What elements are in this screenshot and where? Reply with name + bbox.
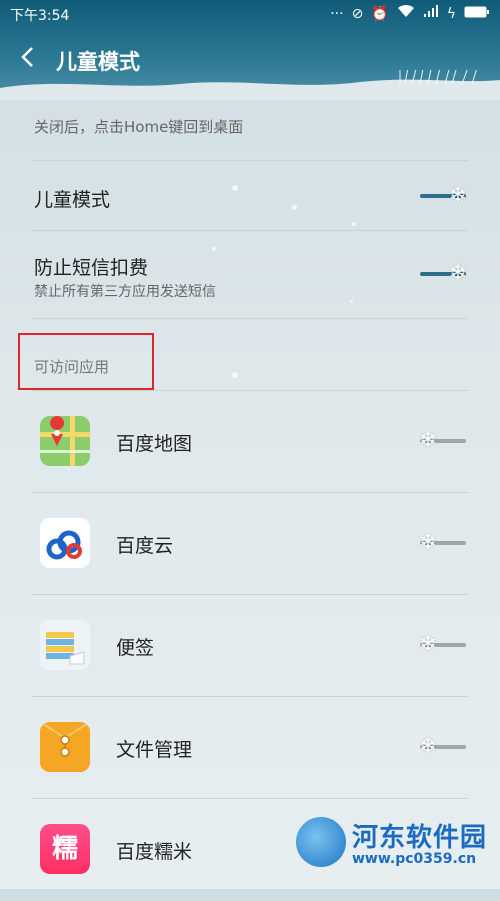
snowflake-decoration <box>232 185 238 191</box>
section-label: 可访问应用 <box>34 358 110 376</box>
title-bar: 儿童模式 <box>0 38 500 82</box>
status-bar: 下午3:54 ··· ⊘ ⏰ ϟ <box>0 0 500 28</box>
snowflake-knob-icon: ❄ <box>418 530 438 555</box>
status-time: 下午3:54 <box>10 8 70 24</box>
kids-mode-toggle[interactable]: ❄ <box>420 184 470 208</box>
battery-icon <box>464 5 490 23</box>
divider <box>32 230 468 231</box>
snowflake-decoration <box>350 300 353 303</box>
page-title: 儿童模式 <box>56 50 140 74</box>
app-toggle-notes[interactable]: ❄ <box>419 633 470 657</box>
divider <box>32 160 468 161</box>
snowflake-decoration <box>212 247 216 251</box>
charging-icon: ϟ <box>446 5 456 22</box>
watermark-logo-icon <box>296 817 346 867</box>
watermark: 河东软件园 www.pc0359.cn <box>296 815 496 875</box>
watermark-url: www.pc0359.cn <box>352 851 477 867</box>
snowflake-knob-icon: ❄ <box>448 261 468 286</box>
alarm-clock-icon: ⏰ <box>371 5 389 22</box>
notes-icon <box>40 620 90 670</box>
snowflake-knob-icon: ❄ <box>418 734 438 759</box>
block-sms-label: 防止短信扣费 <box>34 257 149 279</box>
app-name: 百度地图 <box>116 433 193 455</box>
baidu-cloud-icon <box>40 518 90 568</box>
app-toggle-baidu-cloud[interactable]: ❄ <box>419 531 470 555</box>
baidu-map-icon <box>40 416 90 466</box>
divider <box>32 318 468 319</box>
snowflake-decoration <box>292 205 297 210</box>
snowflake-decoration <box>232 372 238 378</box>
alarm-off-icon: ⊘ <box>351 5 364 22</box>
back-chevron-icon[interactable] <box>20 46 40 72</box>
snowflake-knob-icon: ❄ <box>418 632 438 657</box>
app-row-file-manager[interactable]: 文件管理 ❄ <box>0 697 500 799</box>
exit-hint-text: 关闭后，点击Home键回到桌面 <box>34 118 244 136</box>
app-toggle-baidu-map[interactable]: ❄ <box>419 429 470 453</box>
app-name: 百度糯米 <box>116 841 193 863</box>
snowflake-knob-icon: ❄ <box>418 428 438 453</box>
snowflake-knob-icon: ❄ <box>448 183 468 208</box>
file-manager-icon <box>40 722 90 772</box>
app-row-baidu-cloud[interactable]: 百度云 ❄ <box>0 493 500 595</box>
status-icons: ··· ⊘ ⏰ ϟ <box>330 4 490 23</box>
app-name: 便签 <box>116 637 155 659</box>
kids-mode-label: 儿童模式 <box>34 189 111 211</box>
app-name: 文件管理 <box>116 739 193 761</box>
signal-icon <box>423 4 439 23</box>
wifi-icon <box>397 4 415 23</box>
block-sms-toggle[interactable]: ❄ <box>420 262 470 286</box>
app-toggle-file-manager[interactable]: ❄ <box>419 735 470 759</box>
block-sms-sublabel: 禁止所有第三方应用发送短信 <box>34 284 216 300</box>
watermark-text: 河东软件园 <box>352 823 488 853</box>
app-row-notes[interactable]: 便签 ❄ <box>0 595 500 697</box>
app-name: 百度云 <box>116 535 174 557</box>
nuomi-icon-glyph: 糯 <box>51 834 78 864</box>
app-row-baidu-map[interactable]: 百度地图 ❄ <box>0 391 500 493</box>
snowflake-decoration <box>352 222 356 226</box>
baidu-nuomi-icon: 糯 <box>40 824 90 874</box>
more-icon: ··· <box>330 5 344 22</box>
